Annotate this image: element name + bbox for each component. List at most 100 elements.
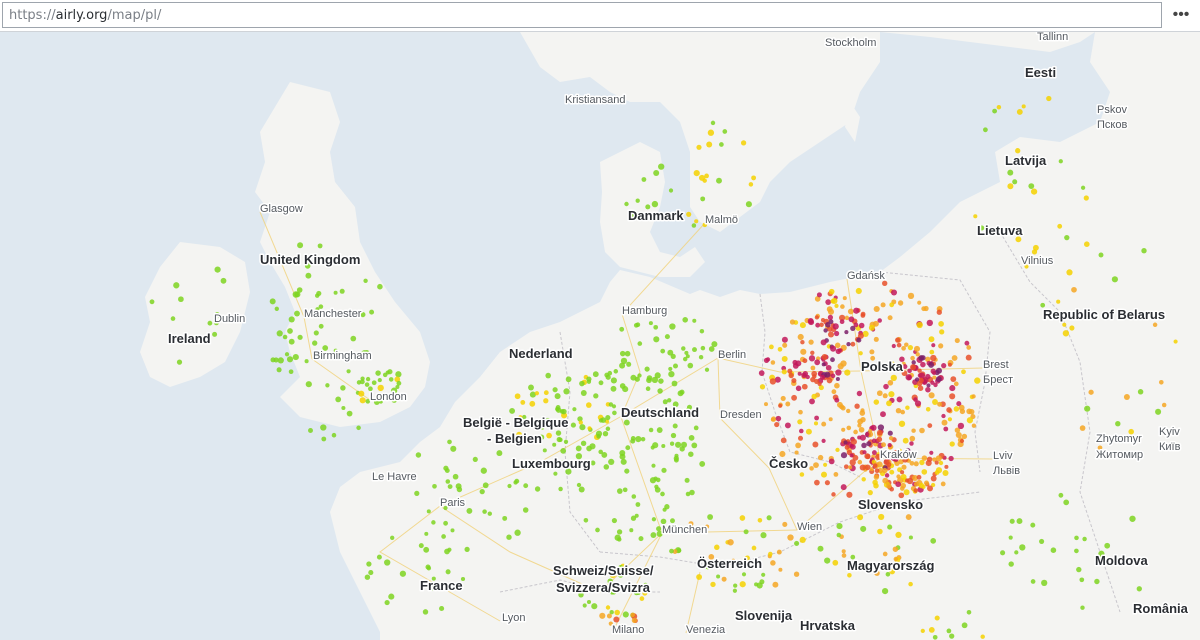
sensor-dot[interactable] (1063, 499, 1070, 506)
sensor-dot[interactable] (850, 341, 856, 347)
sensor-dot[interactable] (639, 596, 645, 601)
sensor-dot[interactable] (318, 323, 324, 329)
sensor-dot[interactable] (778, 567, 783, 572)
sensor-dot[interactable] (619, 326, 625, 332)
sensor-dot[interactable] (873, 305, 880, 313)
sensor-dot[interactable] (861, 477, 866, 482)
sensor-dot[interactable] (792, 363, 799, 369)
sensor-dot[interactable] (833, 471, 839, 477)
sensor-dot[interactable] (673, 455, 679, 462)
sensor-dot[interactable] (865, 432, 870, 437)
sensor-dot[interactable] (839, 319, 845, 325)
sensor-dot[interactable] (826, 306, 833, 313)
sensor-dot[interactable] (707, 129, 715, 136)
sensor-dot[interactable] (757, 518, 763, 523)
sensor-dot[interactable] (947, 362, 952, 367)
sensor-dot[interactable] (611, 404, 617, 409)
sensor-dot[interactable] (867, 489, 873, 496)
sensor-dot[interactable] (570, 422, 576, 428)
sensor-dot[interactable] (282, 334, 288, 340)
sensor-dot[interactable] (366, 561, 372, 567)
sensor-dot[interactable] (292, 291, 299, 298)
sensor-dot[interactable] (759, 579, 765, 585)
sensor-dot[interactable] (772, 581, 779, 588)
sensor-dot[interactable] (819, 322, 824, 328)
sensor-dot[interactable] (892, 546, 899, 552)
sensor-dot[interactable] (886, 462, 892, 468)
sensor-dot[interactable] (552, 442, 557, 447)
sensor-dot[interactable] (296, 287, 303, 293)
sensor-dot[interactable] (1173, 339, 1178, 344)
sensor-dot[interactable] (833, 330, 840, 337)
sensor-dot[interactable] (795, 442, 801, 449)
sensor-dot[interactable] (940, 481, 946, 487)
sensor-dot[interactable] (561, 408, 567, 415)
sensor-dot[interactable] (938, 321, 944, 327)
sensor-dot[interactable] (917, 300, 922, 305)
sensor-dot[interactable] (925, 386, 931, 393)
sensor-dot[interactable] (836, 523, 843, 530)
sensor-dot[interactable] (909, 435, 916, 442)
sensor-dot[interactable] (606, 613, 612, 619)
sensor-dot[interactable] (672, 423, 678, 429)
sensor-dot[interactable] (445, 569, 451, 575)
sensor-dot[interactable] (907, 375, 912, 381)
sensor-dot[interactable] (653, 336, 660, 343)
sensor-dot[interactable] (583, 517, 589, 523)
sensor-dot[interactable] (1009, 518, 1015, 524)
sensor-dot[interactable] (613, 616, 620, 623)
sensor-dot[interactable] (646, 375, 653, 381)
sensor-dot[interactable] (917, 385, 924, 391)
sensor-dot[interactable] (1066, 269, 1073, 276)
sensor-dot[interactable] (450, 528, 455, 533)
sensor-dot[interactable] (859, 410, 866, 416)
sensor-dot[interactable] (842, 296, 847, 301)
sensor-dot[interactable] (908, 581, 913, 587)
sensor-dot[interactable] (545, 372, 551, 379)
sensor-dot[interactable] (896, 474, 901, 479)
sensor-dot[interactable] (951, 355, 958, 361)
sensor-dot[interactable] (679, 389, 685, 395)
sensor-dot[interactable] (1057, 223, 1063, 229)
sensor-dot[interactable] (506, 534, 512, 540)
sensor-dot[interactable] (396, 380, 402, 386)
sensor-dot[interactable] (479, 488, 485, 495)
sensor-dot[interactable] (608, 458, 615, 466)
sensor-dot[interactable] (810, 350, 815, 355)
sensor-dot[interactable] (895, 337, 901, 343)
sensor-dot[interactable] (930, 538, 937, 544)
sensor-dot[interactable] (313, 330, 319, 336)
sensor-dot[interactable] (578, 486, 585, 493)
sensor-dot[interactable] (669, 548, 674, 554)
sensor-dot[interactable] (930, 354, 937, 362)
sensor-dot[interactable] (554, 393, 561, 400)
sensor-dot[interactable] (722, 129, 728, 134)
sensor-dot[interactable] (656, 526, 662, 532)
sensor-dot[interactable] (630, 438, 636, 444)
sensor-dot[interactable] (368, 570, 374, 576)
sensor-dot[interactable] (612, 410, 617, 416)
sensor-dot[interactable] (178, 296, 184, 303)
sensor-dot[interactable] (576, 482, 582, 488)
sensor-dot[interactable] (552, 387, 558, 393)
sensor-dot[interactable] (841, 549, 846, 554)
sensor-dot[interactable] (707, 514, 714, 520)
sensor-dot[interactable] (626, 361, 632, 367)
sensor-dot[interactable] (668, 370, 675, 378)
sensor-dot[interactable] (472, 456, 478, 462)
sensor-dot[interactable] (832, 559, 839, 566)
sensor-dot[interactable] (619, 450, 626, 456)
sensor-dot[interactable] (710, 120, 716, 126)
sensor-dot[interactable] (698, 354, 704, 360)
sensor-dot[interactable] (593, 393, 599, 399)
sensor-dot[interactable] (809, 398, 815, 405)
sensor-dot[interactable] (1083, 195, 1089, 201)
sensor-dot[interactable] (595, 430, 603, 437)
sensor-dot[interactable] (928, 392, 935, 399)
sensor-dot[interactable] (876, 461, 883, 468)
sensor-dot[interactable] (890, 289, 898, 296)
sensor-dot[interactable] (700, 345, 706, 351)
sensor-dot[interactable] (926, 456, 933, 463)
sensor-dot[interactable] (635, 502, 641, 507)
sensor-dot[interactable] (896, 396, 903, 403)
